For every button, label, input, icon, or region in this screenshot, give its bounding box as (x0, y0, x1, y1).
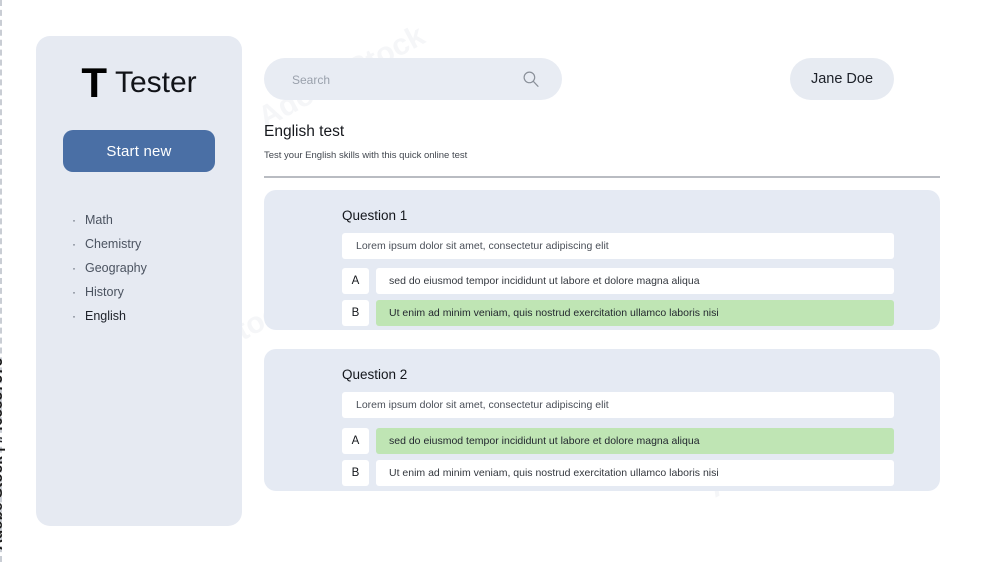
answer-text: Ut enim ad minim veniam, quis nostrud ex… (389, 460, 719, 486)
brand-name: Tester (115, 68, 197, 98)
sidebar-item-math[interactable]: · Math (72, 208, 222, 232)
sidebar-item-geography[interactable]: · Geography (72, 256, 222, 280)
sidebar-item-label: Geography (85, 261, 147, 275)
answer-body[interactable]: Ut enim ad minim veniam, quis nostrud ex… (376, 460, 894, 486)
question-card: Question 2 Lorem ipsum dolor sit amet, c… (264, 349, 940, 491)
bullet-icon: · (72, 214, 76, 226)
bullet-icon: · (72, 286, 76, 298)
search-icon[interactable] (522, 70, 540, 88)
search-bar[interactable] (264, 58, 562, 100)
answer-letter-badge: B (342, 460, 369, 486)
answer-letter-badge: B (342, 300, 369, 326)
page-title: English test (264, 123, 344, 141)
sidebar-item-label: Math (85, 213, 113, 227)
bullet-icon: · (72, 310, 76, 322)
watermark-id-text: Adobe Stock | #465537575 (0, 358, 6, 550)
question-card: Question 1 Lorem ipsum dolor sit amet, c… (264, 190, 940, 330)
sidebar-item-label: History (85, 285, 124, 299)
subject-list: · Math · Chemistry · Geography · History… (72, 208, 222, 328)
start-new-button[interactable]: Start new (63, 130, 215, 172)
answer-body-selected[interactable]: sed do eiusmod tempor incididunt ut labo… (376, 428, 894, 454)
answer-letter-badge: A (342, 428, 369, 454)
question-prompt-text: Lorem ipsum dolor sit amet, consectetur … (356, 392, 609, 418)
brand-logo-icon: T (81, 62, 107, 104)
question-title: Question 2 (342, 367, 407, 382)
answer-text: sed do eiusmod tempor incididunt ut labo… (389, 268, 700, 294)
sidebar-item-chemistry[interactable]: · Chemistry (72, 232, 222, 256)
search-input[interactable] (290, 58, 524, 102)
question-prompt: Lorem ipsum dolor sit amet, consectetur … (342, 392, 894, 418)
question-title: Question 1 (342, 208, 407, 223)
answer-option-a[interactable]: A sed do eiusmod tempor incididunt ut la… (342, 428, 894, 454)
answer-letter-badge: A (342, 268, 369, 294)
answer-option-b[interactable]: B Ut enim ad minim veniam, quis nostrud … (342, 460, 894, 486)
sidebar-item-english[interactable]: · English (72, 304, 222, 328)
question-prompt-text: Lorem ipsum dolor sit amet, consectetur … (356, 233, 609, 259)
sidebar-item-label: Chemistry (85, 237, 141, 251)
question-prompt: Lorem ipsum dolor sit amet, consectetur … (342, 233, 894, 259)
bullet-icon: · (72, 238, 76, 250)
answer-text: Ut enim ad minim veniam, quis nostrud ex… (389, 300, 719, 326)
sidebar: T Tester Start new · Math · Chemistry · … (36, 36, 242, 526)
heading-divider (264, 176, 940, 178)
answer-body[interactable]: sed do eiusmod tempor incididunt ut labo… (376, 268, 894, 294)
sidebar-item-label: English (85, 309, 126, 323)
page-subtitle: Test your English skills with this quick… (264, 150, 467, 161)
answer-option-b[interactable]: B Ut enim ad minim veniam, quis nostrud … (342, 300, 894, 326)
answer-text: sed do eiusmod tempor incididunt ut labo… (389, 428, 700, 454)
user-profile-button[interactable]: Jane Doe (790, 58, 894, 100)
brand: T Tester (36, 62, 242, 104)
answer-option-a[interactable]: A sed do eiusmod tempor incididunt ut la… (342, 268, 894, 294)
answer-body-selected[interactable]: Ut enim ad minim veniam, quis nostrud ex… (376, 300, 894, 326)
bullet-icon: · (72, 262, 76, 274)
sidebar-item-history[interactable]: · History (72, 280, 222, 304)
